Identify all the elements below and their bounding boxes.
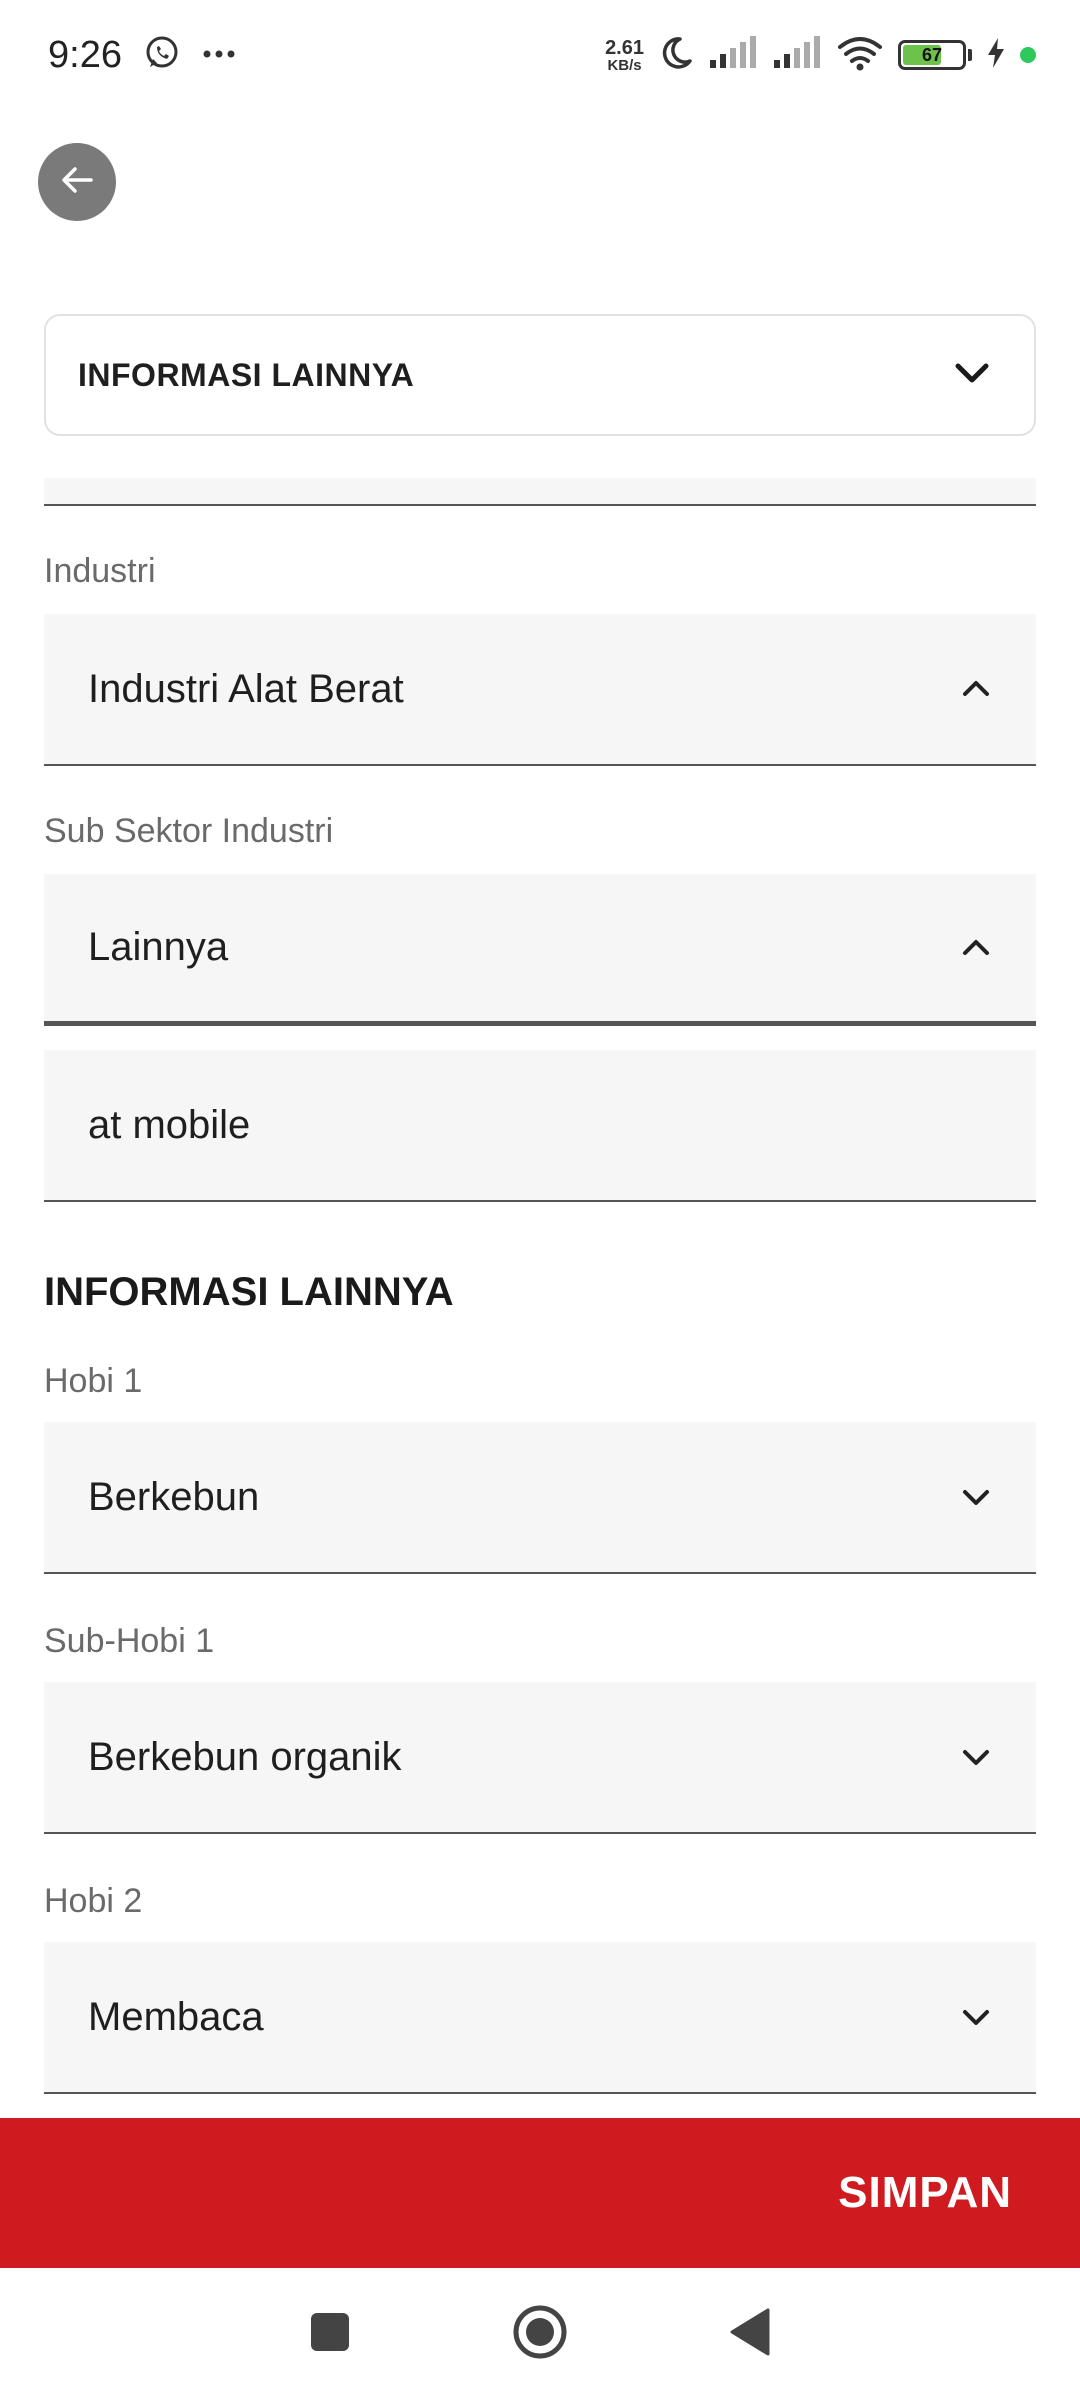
battery: 67 <box>898 40 966 70</box>
moon-icon <box>658 35 694 76</box>
home-circle-icon <box>512 2304 568 2365</box>
status-right: 2.61 KB/s 67 <box>605 35 1036 76</box>
wifi-icon <box>836 35 884 76</box>
net-speed: 2.61 KB/s <box>605 38 644 73</box>
back-nav-button[interactable] <box>720 2304 780 2364</box>
industri-value: Industri Alat Berat <box>88 666 404 711</box>
status-time: 9:26 <box>48 33 122 76</box>
net-speed-value: 2.61 <box>605 36 644 59</box>
charging-icon <box>986 37 1006 74</box>
signal-icon <box>772 35 822 75</box>
triangle-back-icon <box>728 2307 772 2362</box>
status-left: 9:26 <box>48 34 236 77</box>
industri-dropdown[interactable]: Industri Alat Berat <box>44 614 1036 766</box>
section-selector-label: INFORMASI LAINNYA <box>78 356 415 393</box>
home-button[interactable] <box>510 2304 570 2364</box>
sub-sektor-value: Lainnya <box>88 925 229 969</box>
save-button[interactable]: SIMPAN <box>0 2118 1080 2268</box>
chevron-down-icon <box>956 1737 996 1777</box>
back-button[interactable] <box>38 143 116 221</box>
industri-label: Industri <box>44 552 156 590</box>
hobi1-label: Hobi 1 <box>44 1362 143 1400</box>
sub-sektor-dropdown[interactable]: Lainnya <box>44 874 1036 1026</box>
arrow-left-icon <box>57 160 97 205</box>
battery-level: 67 <box>921 44 943 65</box>
sub-hobi1-dropdown[interactable]: Berkebun organik <box>44 1682 1036 1834</box>
partial-field <box>44 478 1036 506</box>
sub-sektor-other-input[interactable]: at mobile <box>44 1050 1036 1202</box>
hobi2-label: Hobi 2 <box>44 1882 143 1920</box>
whatsapp-icon <box>144 35 180 76</box>
status-bar: 9:26 2.61 KB/s 67 <box>0 0 1080 110</box>
section-title: INFORMASI LAINNYA <box>44 1270 454 1314</box>
section-selector[interactable]: INFORMASI LAINNYA <box>44 314 1036 436</box>
chevron-down-icon <box>954 361 990 390</box>
sub-hobi1-value: Berkebun organik <box>88 1734 402 1779</box>
recents-button[interactable] <box>300 2304 360 2364</box>
system-nav-bar <box>0 2268 1080 2400</box>
battery-tip <box>968 49 972 61</box>
square-icon <box>310 2312 350 2357</box>
chevron-up-icon <box>956 928 996 968</box>
save-button-label: SIMPAN <box>838 2168 1012 2217</box>
green-dot <box>1020 47 1036 63</box>
sub-sektor-label: Sub Sektor Industri <box>44 812 334 850</box>
sub-hobi1-label: Sub-Hobi 1 <box>44 1622 215 1660</box>
hobi1-value: Berkebun <box>88 1474 260 1519</box>
chevron-down-icon <box>956 1997 996 2037</box>
chevron-up-icon <box>956 669 996 709</box>
sub-sektor-other-value: at mobile <box>88 1102 251 1147</box>
chevron-down-icon <box>956 1477 996 1517</box>
hobi2-dropdown[interactable]: Membaca <box>44 1942 1036 2094</box>
more-dots-icon <box>202 46 236 64</box>
hobi2-value: Membaca <box>88 1994 264 2039</box>
hobi1-dropdown[interactable]: Berkebun <box>44 1422 1036 1574</box>
battery-icon: 67 <box>898 40 972 70</box>
net-speed-unit: KB/s <box>607 56 642 74</box>
signal-icon <box>708 35 758 75</box>
